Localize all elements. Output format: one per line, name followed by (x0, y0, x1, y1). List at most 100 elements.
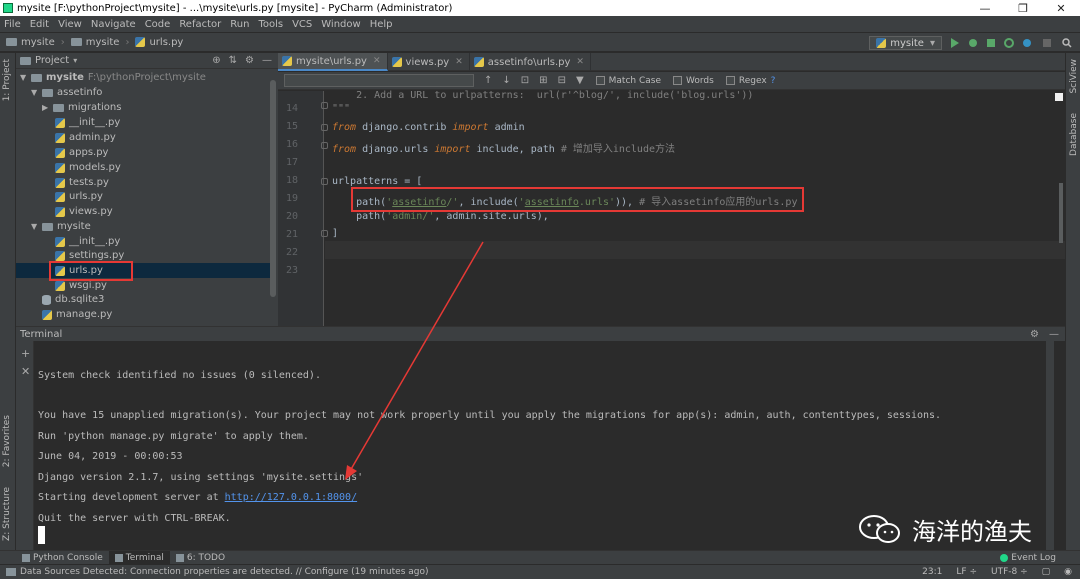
locate-icon[interactable]: ⊕ (212, 55, 220, 66)
lock-icon[interactable]: ▢ (1042, 567, 1051, 577)
tab-python-console[interactable]: Python Console (16, 551, 109, 565)
hide-icon[interactable]: — (1049, 329, 1059, 340)
menu-code[interactable]: Code (145, 19, 171, 30)
tab-terminal[interactable]: Terminal (108, 550, 170, 565)
regex-checkbox[interactable] (725, 76, 735, 85)
inspector-icon[interactable]: ◉ (1064, 567, 1072, 577)
stop-icon[interactable] (1042, 38, 1052, 48)
new-session-icon[interactable]: + (21, 347, 30, 360)
menu-tools[interactable]: Tools (258, 19, 283, 30)
run-icon[interactable] (950, 38, 960, 48)
tree-file[interactable]: manage.py (42, 307, 112, 322)
tab-todo[interactable]: 6: TODO (170, 551, 231, 565)
menu-navigate[interactable]: Navigate (91, 19, 136, 30)
breadcrumb-file[interactable]: urls.py (135, 37, 183, 48)
gear-icon[interactable]: ⚙ (245, 55, 254, 66)
regex-help-icon[interactable]: ? (771, 76, 776, 86)
coverage-icon[interactable] (986, 38, 996, 48)
tab-mysite-urls[interactable]: mysite\urls.py ✕ (278, 53, 388, 71)
tree-file[interactable]: __init__.py (55, 115, 120, 130)
code-line-14[interactable]: 2. Add a URL to urlpatterns: url(r'^blog… (332, 90, 753, 101)
tree-folder-migrations[interactable]: ▶ migrations (42, 100, 121, 115)
editor-scrollbar[interactable] (1059, 183, 1063, 243)
remove-occurrence-icon[interactable]: ⊟ (558, 75, 566, 86)
hide-icon[interactable]: — (262, 55, 272, 66)
tree-file[interactable]: tests.py (55, 175, 109, 190)
concurrency-icon[interactable] (1022, 38, 1032, 48)
fold-marker-icon[interactable] (321, 102, 328, 109)
close-session-icon[interactable]: ✕ (21, 365, 30, 378)
sciview-tool-tab[interactable]: SciView (1069, 59, 1079, 94)
gear-icon[interactable]: ⚙ (1030, 329, 1039, 340)
code-line-15[interactable]: """ (332, 103, 350, 114)
close-button[interactable]: ✕ (1042, 2, 1080, 15)
project-scrollbar[interactable] (270, 80, 276, 297)
breadcrumb-package[interactable]: mysite › (70, 37, 129, 48)
add-occurrence-icon[interactable]: ⊞ (539, 75, 547, 86)
structure-tool-tab[interactable]: Z: Structure (2, 487, 12, 541)
tree-root-mysite[interactable]: ▼ mysite F:\pythonProject\mysite (20, 70, 206, 85)
tree-file[interactable]: admin.py (55, 130, 116, 145)
match-case-checkbox[interactable] (595, 76, 605, 85)
tree-file[interactable]: apps.py (55, 145, 108, 160)
status-message[interactable]: Data Sources Detected: Connection proper… (20, 567, 429, 577)
close-tab-icon[interactable]: ✕ (373, 56, 381, 66)
project-tool-tab[interactable]: 1: Project (2, 59, 12, 101)
maximize-button[interactable]: ❐ (1004, 2, 1042, 15)
tree-file[interactable]: __init__.py (55, 234, 120, 249)
close-tab-icon[interactable]: ✕ (455, 57, 463, 67)
close-tab-icon[interactable]: ✕ (576, 57, 584, 67)
tree-file[interactable]: views.py (55, 204, 113, 219)
menu-vcs[interactable]: VCS (292, 19, 312, 30)
menu-file[interactable]: File (4, 19, 21, 30)
find-input[interactable] (284, 74, 474, 87)
profile-icon[interactable] (1004, 38, 1014, 48)
fold-marker-icon[interactable] (321, 178, 328, 185)
fold-marker-icon[interactable] (321, 142, 328, 149)
menu-run[interactable]: Run (230, 19, 249, 30)
search-everywhere-icon[interactable] (1062, 38, 1072, 48)
menu-refactor[interactable]: Refactor (179, 19, 221, 30)
tree-file[interactable]: urls.py (55, 189, 103, 204)
terminal-scrollbar[interactable] (1046, 341, 1054, 550)
menu-help[interactable]: Help (370, 19, 393, 30)
favorites-tool-tab[interactable]: 2: Favorites (2, 415, 12, 467)
caret-position[interactable]: 23:1 (922, 567, 942, 577)
tab-views[interactable]: views.py ✕ (388, 53, 470, 71)
status-toggle-icon[interactable] (6, 568, 16, 576)
code-line-21[interactable]: path('admin/', admin.site.urls), (332, 211, 549, 222)
server-url-link[interactable]: http://127.0.0.1:8000/ (225, 492, 357, 503)
inspection-status-icon[interactable] (1055, 93, 1063, 101)
minimize-button[interactable]: — (966, 2, 1004, 15)
filter-icon[interactable]: ▼ (576, 75, 584, 86)
select-all-occurrences-icon[interactable]: ⊡ (521, 75, 529, 86)
next-occurrence-icon[interactable]: ↓ (502, 75, 510, 86)
menu-view[interactable]: View (58, 19, 82, 30)
menu-edit[interactable]: Edit (30, 19, 49, 30)
run-configuration-select[interactable]: mysite ▾ (869, 36, 942, 50)
navigation-bar: mysite › mysite › urls.py mysite ▾ (0, 32, 1080, 52)
fold-marker-icon[interactable] (321, 230, 328, 237)
tree-file[interactable]: db.sqlite3 (42, 292, 104, 307)
code-line-19[interactable]: urlpatterns = [ (332, 176, 422, 187)
tab-event-log[interactable]: Event Log (994, 551, 1062, 565)
code-line-17[interactable]: from django.urls import include, path # … (332, 140, 675, 155)
previous-occurrence-icon[interactable]: ↑ (484, 75, 492, 86)
tree-folder-mysite[interactable]: ▼ mysite (31, 219, 91, 234)
menu-window[interactable]: Window (321, 19, 360, 30)
collapse-icon[interactable]: ⇅ (229, 55, 237, 66)
words-checkbox[interactable] (673, 76, 683, 85)
fold-marker-icon[interactable] (321, 124, 328, 131)
breadcrumb-root[interactable]: mysite › (6, 37, 65, 48)
tab-assetinfo-urls[interactable]: assetinfo\urls.py ✕ (470, 53, 591, 71)
project-panel-title[interactable]: Project (35, 55, 69, 66)
tree-file[interactable]: models.py (55, 160, 121, 175)
code-line-16[interactable]: from django.contrib import admin (332, 122, 525, 133)
file-encoding[interactable]: UTF-8 ÷ (991, 567, 1028, 577)
database-tool-tab[interactable]: Database (1069, 113, 1079, 156)
tree-folder-assetinfo[interactable]: ▼ assetinfo (31, 85, 102, 100)
debug-icon[interactable] (968, 38, 978, 48)
code-line-22[interactable]: ] (332, 228, 338, 239)
chevron-down-icon[interactable]: ▾ (73, 56, 77, 65)
line-separator[interactable]: LF ÷ (956, 567, 977, 577)
